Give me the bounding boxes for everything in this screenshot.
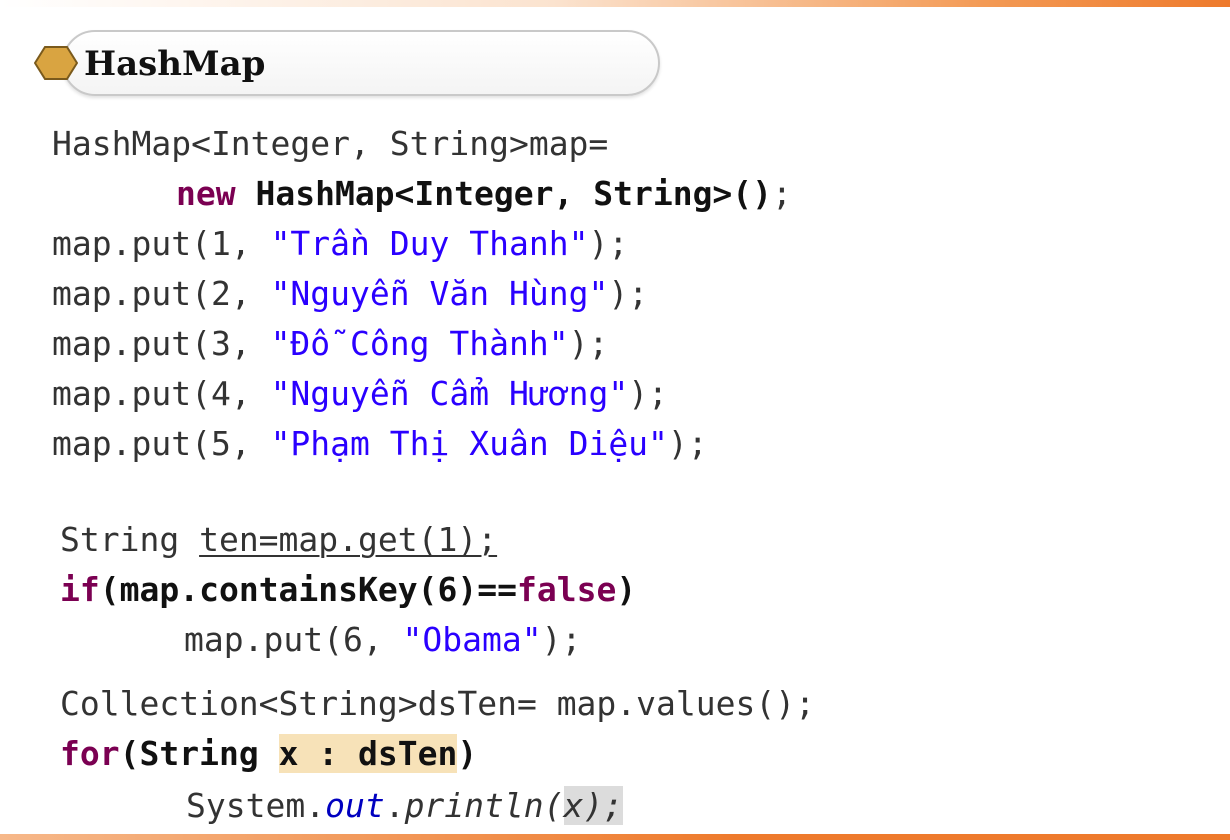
slide-title: HashMap xyxy=(84,44,266,84)
bottom-accent-bar xyxy=(0,834,1230,840)
code-line-5: map.put(3, "Đỗ Công Thành"); xyxy=(52,324,609,363)
code-line-13: System.out.println(x); xyxy=(186,786,624,825)
code-line-3: map.put(1, "Trần Duy Thanh"); xyxy=(52,224,629,263)
code-line-9: if(map.containsKey(6)==false) xyxy=(60,570,637,609)
cursor-selection: x); xyxy=(563,786,624,825)
highlighted-loop-variable: x : dsTen xyxy=(278,734,458,773)
code-line-6: map.put(4, "Nguyễn Cẩm Hương"); xyxy=(52,374,668,413)
code-line-7: map.put(5, "Phạm Thị Xuân Diệu"); xyxy=(52,424,708,463)
code-line-1: HashMap<Integer, String>map= xyxy=(52,124,609,163)
code-line-2: new HashMap<Integer, String>(); xyxy=(176,174,792,213)
code-line-11: Collection<String>dsTen= map.values(); xyxy=(60,684,815,723)
code-line-8: String ten=map.get(1); xyxy=(60,520,498,559)
code-line-12: for(String x : dsTen) xyxy=(60,734,478,773)
code-line-10: map.put(6, "Obama"); xyxy=(184,620,582,659)
code-line-4: map.put(2, "Nguyễn Văn Hùng"); xyxy=(52,274,649,313)
top-accent-bar xyxy=(0,0,1230,7)
hexagon-bullet-icon xyxy=(34,46,78,80)
